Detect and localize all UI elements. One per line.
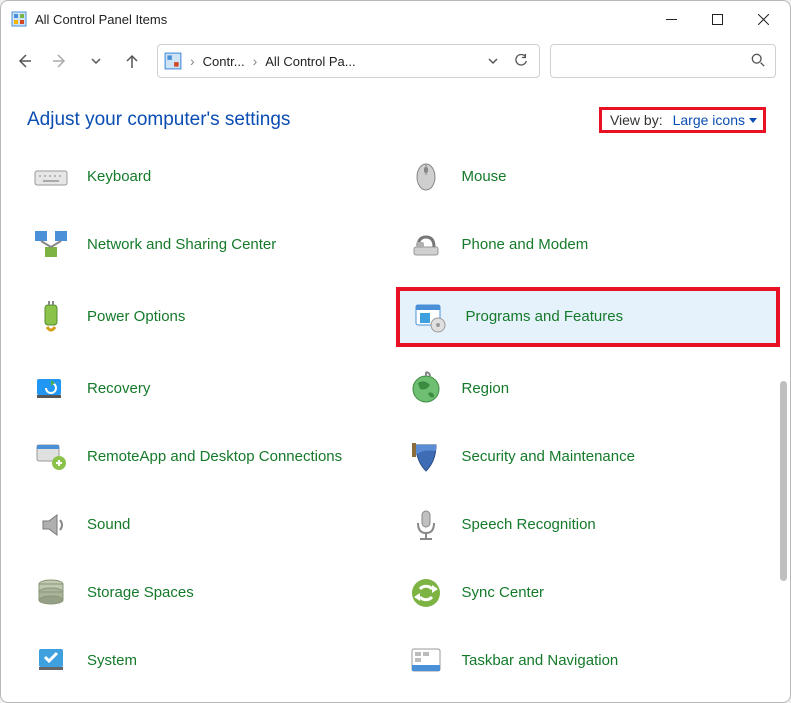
region-icon bbox=[404, 369, 448, 409]
item-label: System bbox=[87, 652, 137, 671]
remoteapp-icon bbox=[29, 437, 73, 477]
item-label: Speech Recognition bbox=[462, 516, 596, 535]
item-label: Taskbar and Navigation bbox=[462, 652, 619, 671]
control-panel-item[interactable]: Security and Maintenance bbox=[396, 431, 771, 483]
item-label: Phone and Modem bbox=[462, 236, 589, 255]
breadcrumb-part2[interactable]: All Control Pa... bbox=[265, 54, 355, 69]
item-label: Power Options bbox=[87, 308, 185, 327]
dropdown-triangle-icon bbox=[749, 118, 757, 123]
phone-modem-icon bbox=[404, 225, 448, 265]
control-panel-item[interactable]: Sound bbox=[21, 499, 396, 551]
item-label: Network and Sharing Center bbox=[87, 236, 276, 255]
page-title: Adjust your computer's settings bbox=[27, 109, 599, 131]
item-label: Region bbox=[462, 380, 510, 399]
control-panel-window: All Control Panel Items › Contr... › All… bbox=[0, 0, 791, 703]
titlebar: All Control Panel Items bbox=[1, 1, 790, 37]
scrollbar-thumb[interactable] bbox=[780, 381, 787, 581]
programs-features-icon bbox=[408, 297, 452, 337]
power-options-icon bbox=[29, 297, 73, 337]
control-panel-item[interactable]: Power Options bbox=[21, 287, 396, 347]
up-button[interactable] bbox=[123, 52, 141, 70]
close-button[interactable] bbox=[740, 3, 786, 35]
control-panel-item[interactable]: Speech Recognition bbox=[396, 499, 771, 551]
item-label: Mouse bbox=[462, 168, 507, 187]
control-panel-item[interactable]: Network and Sharing Center bbox=[21, 219, 396, 271]
view-by-label: View by: bbox=[610, 112, 663, 128]
content-area: Keyboard Mouse Network and Sharing Center P… bbox=[1, 147, 790, 702]
search-box[interactable] bbox=[550, 44, 776, 78]
control-panel-icon bbox=[164, 52, 182, 70]
window-title: All Control Panel Items bbox=[35, 12, 167, 27]
maximize-button[interactable] bbox=[694, 3, 740, 35]
refresh-button[interactable] bbox=[509, 54, 533, 68]
control-panel-item[interactable]: Taskbar and Navigation bbox=[396, 635, 771, 687]
system-icon bbox=[29, 641, 73, 681]
header-row: Adjust your computer's settings View by:… bbox=[1, 93, 790, 147]
storage-spaces-icon bbox=[29, 573, 73, 613]
security-maintenance-icon bbox=[404, 437, 448, 477]
sync-center-icon bbox=[404, 573, 448, 613]
recent-locations-button[interactable] bbox=[87, 52, 105, 70]
back-button[interactable] bbox=[15, 52, 33, 70]
minimize-button[interactable] bbox=[648, 3, 694, 35]
item-label: Storage Spaces bbox=[87, 584, 194, 603]
item-label: Security and Maintenance bbox=[462, 448, 635, 467]
item-label: Recovery bbox=[87, 380, 150, 399]
breadcrumb-part1[interactable]: Contr... bbox=[203, 54, 245, 69]
control-panel-item[interactable]: Keyboard bbox=[21, 151, 396, 203]
mouse-icon bbox=[404, 157, 448, 197]
control-panel-item[interactable]: System bbox=[21, 635, 396, 687]
item-label: Sound bbox=[87, 516, 130, 535]
view-by-value: Large icons bbox=[673, 112, 745, 128]
control-panel-item[interactable]: Programs and Features bbox=[396, 287, 781, 347]
speech-recognition-icon bbox=[404, 505, 448, 545]
search-icon bbox=[751, 53, 765, 70]
control-panel-item[interactable]: RemoteApp and Desktop Connections bbox=[21, 431, 396, 483]
keyboard-icon bbox=[29, 157, 73, 197]
recovery-icon bbox=[29, 369, 73, 409]
address-bar[interactable]: › Contr... › All Control Pa... bbox=[157, 44, 540, 78]
item-label: Programs and Features bbox=[466, 308, 624, 327]
network-sharing-icon bbox=[29, 225, 73, 265]
control-panel-item[interactable]: Region bbox=[396, 363, 771, 415]
item-label: RemoteApp and Desktop Connections bbox=[87, 448, 342, 467]
control-panel-item[interactable]: Sync Center bbox=[396, 567, 771, 619]
control-panel-app-icon bbox=[11, 11, 27, 27]
item-label: Keyboard bbox=[87, 168, 151, 187]
control-panel-item[interactable]: Recovery bbox=[21, 363, 396, 415]
address-dropdown-button[interactable] bbox=[481, 55, 505, 67]
control-panel-item[interactable]: Mouse bbox=[396, 151, 771, 203]
control-panel-item[interactable]: Phone and Modem bbox=[396, 219, 771, 271]
view-by-selector[interactable]: View by: Large icons bbox=[599, 107, 766, 133]
breadcrumb-separator: › bbox=[186, 53, 199, 69]
breadcrumb-separator: › bbox=[249, 53, 262, 69]
toolbar: › Contr... › All Control Pa... bbox=[1, 37, 790, 93]
item-label: Sync Center bbox=[462, 584, 545, 603]
control-panel-item[interactable]: Storage Spaces bbox=[21, 567, 396, 619]
sound-icon bbox=[29, 505, 73, 545]
forward-button[interactable] bbox=[51, 52, 69, 70]
taskbar-navigation-icon bbox=[404, 641, 448, 681]
